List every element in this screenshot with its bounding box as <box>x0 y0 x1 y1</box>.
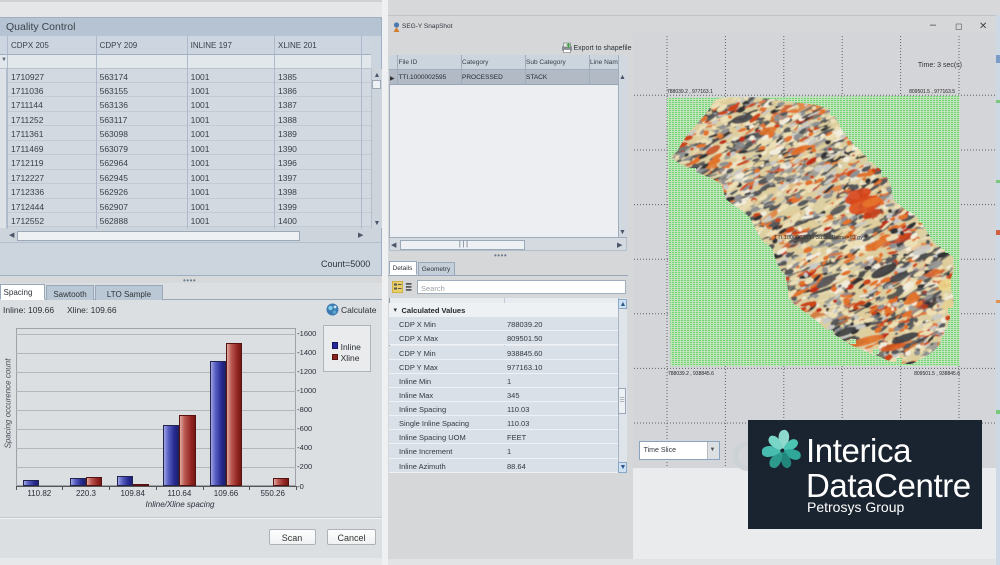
svg-text:TTI.1000002595 3dSaltDome=10 g: TTI.1000002595 3dSaltDome=10 gy <box>774 235 863 241</box>
